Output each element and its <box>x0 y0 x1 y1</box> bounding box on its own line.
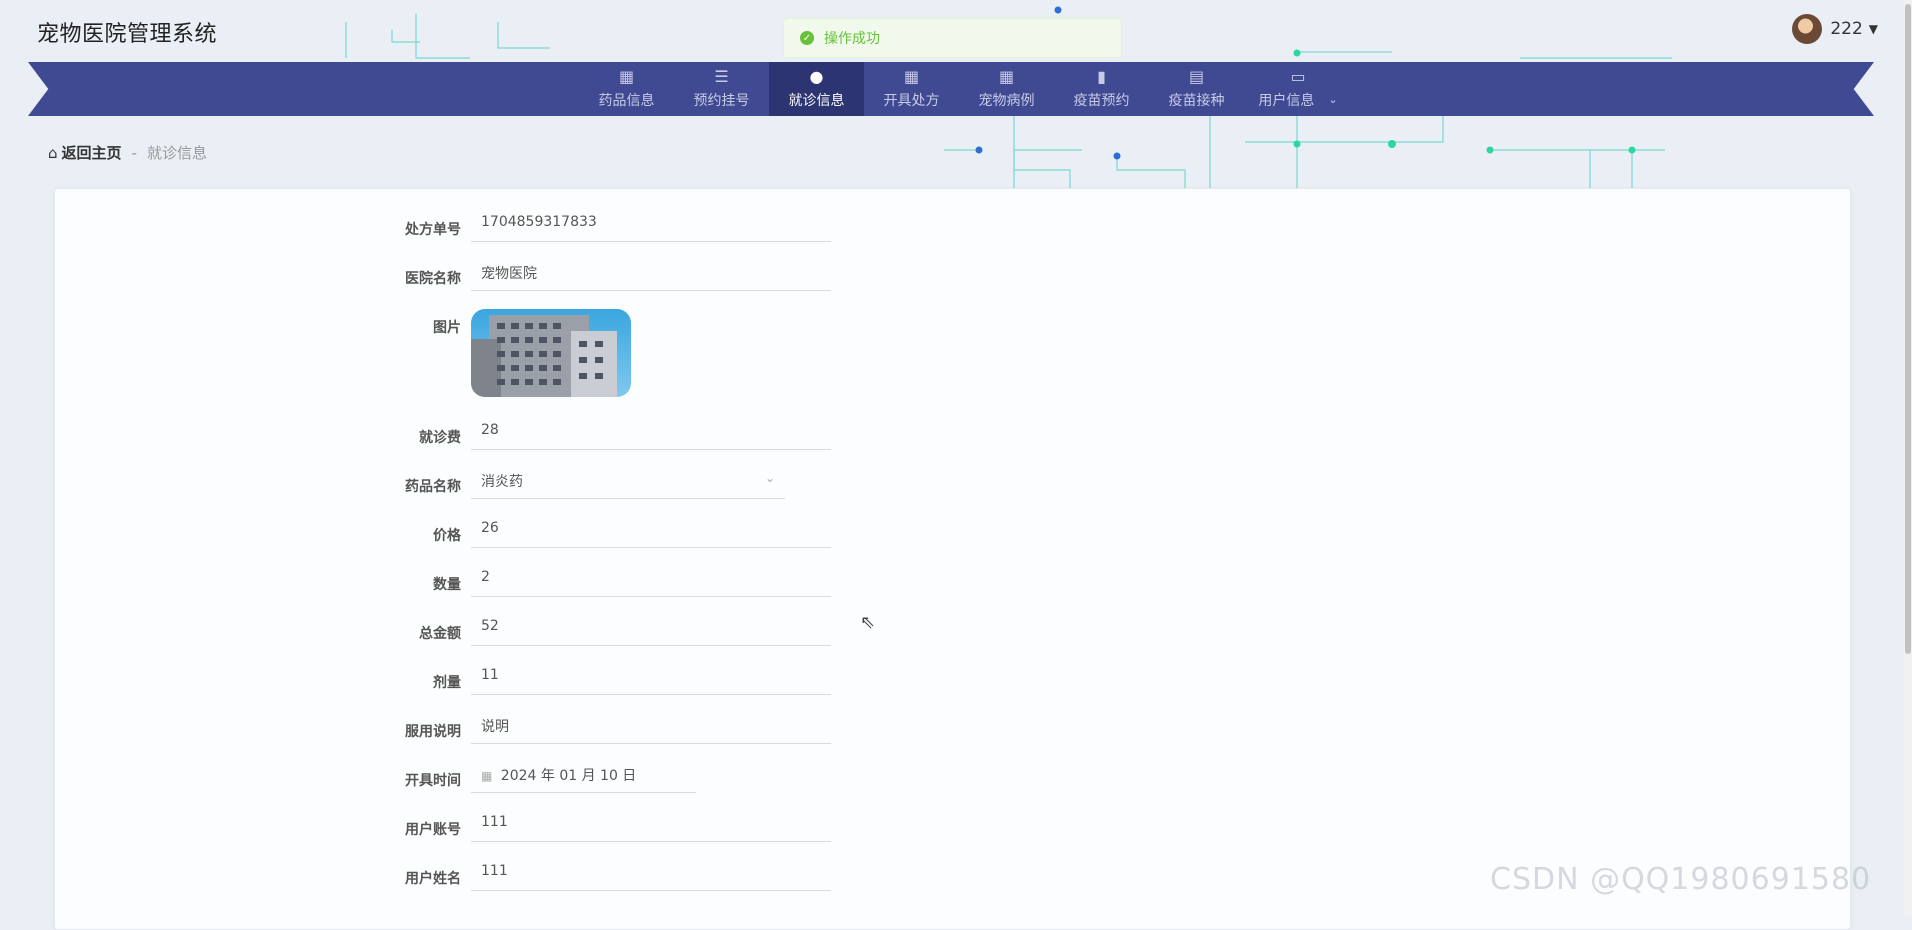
top-bar: 宠物医院管理系统 ✓ 操作成功 222 ▼ <box>0 0 1912 62</box>
home-icon[interactable]: ⌂ <box>48 144 58 162</box>
dosage-label: 剂量 <box>433 675 461 691</box>
nav-item-vaccine-booking[interactable]: ▮ 疫苗预约 <box>1054 62 1149 116</box>
hospital-name-field[interactable]: 宠物医院 <box>471 256 831 291</box>
nav-item-label: 疫苗接种 <box>1168 92 1225 109</box>
detail-panel: 处方单号 1704859317833 医院名称 宠物医院 图片 就诊费 28 药… <box>54 188 1851 930</box>
form-row: 价格 26 <box>375 513 831 562</box>
check-circle-icon: ✓ <box>800 31 814 45</box>
nav-item-appointments[interactable]: ☰ 预约挂号 <box>674 62 769 116</box>
hospital-image[interactable] <box>471 309 631 397</box>
price-field[interactable]: 26 <box>471 513 831 548</box>
form-row: 服用说明 说明 <box>375 709 831 758</box>
breadcrumb-home[interactable]: 返回主页 <box>62 142 122 163</box>
nav-item-users[interactable]: ▭ 用户信息 ⌄ <box>1244 62 1352 116</box>
list-icon: ☰ <box>714 66 729 86</box>
main-nav: ▦ 药品信息 ☰ 预约挂号 ● 就诊信息 ▦ 开具处方 ▦ 宠物病例 ▮ 疫苗预… <box>28 62 1874 116</box>
visit-fee-label: 就诊费 <box>419 430 461 446</box>
nav-item-label: 预约挂号 <box>693 92 750 109</box>
nav-item-label: 药品信息 <box>598 92 655 109</box>
nav-item-label: 宠物病例 <box>978 92 1035 109</box>
nav-item-drugs[interactable]: ▦ 药品信息 <box>579 62 674 116</box>
drug-name-select[interactable]: 消炎药 ⌄ <box>471 464 785 499</box>
chevron-down-icon: ⌄ <box>1328 93 1338 106</box>
visit-detail-form: 处方单号 1704859317833 医院名称 宠物医院 图片 就诊费 28 药… <box>375 207 831 905</box>
form-row: 数量 2 <box>375 562 831 611</box>
watermark: CSDN @QQ1980691580 <box>1490 862 1872 897</box>
book-icon: ▮ <box>1097 66 1106 86</box>
quantity-field[interactable]: 2 <box>471 562 831 597</box>
caret-down-icon[interactable]: ▼ <box>1869 22 1878 36</box>
chevron-down-icon: ⌄ <box>764 471 775 485</box>
issue-time-label: 开具时间 <box>405 773 461 789</box>
form-row: 就诊费 28 <box>375 415 831 464</box>
form-row: 图片 <box>375 305 831 415</box>
app-title: 宠物医院管理系统 <box>37 22 218 47</box>
total-label: 总金额 <box>419 626 461 642</box>
nav-item-label: 就诊信息 <box>788 92 845 109</box>
nav-item-pet-records[interactable]: ▦ 宠物病例 <box>959 62 1054 116</box>
nav-item-prescriptions[interactable]: ▦ 开具处方 <box>864 62 959 116</box>
form-row: 开具时间 ▦ 2024 年 01 月 10 日 <box>375 758 831 807</box>
nav-item-label: 疫苗预约 <box>1073 92 1130 109</box>
calendar-icon: ▦ <box>481 769 493 783</box>
quantity-label: 数量 <box>433 577 461 593</box>
image-label: 图片 <box>433 320 461 336</box>
scrollbar[interactable] <box>1904 0 1912 916</box>
drug-name-value: 消炎药 <box>481 474 523 490</box>
card-icon: ▭ <box>1290 66 1306 86</box>
form-row: 剂量 11 <box>375 660 831 709</box>
instructions-label: 服用说明 <box>405 724 461 740</box>
account-label: 用户账号 <box>405 822 461 838</box>
issue-time-value: 2024 年 01 月 10 日 <box>500 768 637 784</box>
form-row: 用户账号 111 <box>375 807 831 856</box>
prescription-no-label: 处方单号 <box>405 222 461 238</box>
dosage-field[interactable]: 11 <box>471 660 831 695</box>
form-row: 医院名称 宠物医院 <box>375 256 831 305</box>
visit-fee-field[interactable]: 28 <box>471 415 831 450</box>
grid-icon: ▦ <box>618 66 635 86</box>
grid-icon: ▦ <box>998 66 1015 86</box>
account-field[interactable]: 111 <box>471 807 831 842</box>
lightbulb-icon: ● <box>809 66 824 86</box>
scrollbar-thumb[interactable] <box>1905 4 1911 654</box>
form-row: 处方单号 1704859317833 <box>375 207 831 256</box>
price-label: 价格 <box>433 528 461 544</box>
form-row: 总金额 52 <box>375 611 831 660</box>
toast-message: 操作成功 <box>824 31 880 47</box>
user-menu[interactable]: 222 ▼ <box>1792 14 1878 44</box>
username-label: 用户姓名 <box>405 871 461 887</box>
hospital-name-label: 医院名称 <box>405 271 461 287</box>
breadcrumb: ⌂ 返回主页 - 就诊信息 <box>48 142 207 163</box>
total-field[interactable]: 52 <box>471 611 831 646</box>
drug-name-label: 药品名称 <box>405 479 461 495</box>
nav-item-label: 用户信息 <box>1258 92 1315 109</box>
nav-item-label: 开具处方 <box>883 92 940 109</box>
user-name[interactable]: 222 <box>1830 19 1862 39</box>
nav-item-visits[interactable]: ● 就诊信息 <box>769 62 864 116</box>
form-row: 药品名称 消炎药 ⌄ <box>375 464 831 513</box>
issue-time-date-picker[interactable]: ▦ 2024 年 01 月 10 日 <box>471 758 696 793</box>
mouse-cursor-icon: ⇖ <box>860 612 876 633</box>
prescription-no-field[interactable]: 1704859317833 <box>471 207 831 242</box>
success-toast: ✓ 操作成功 <box>783 18 1122 58</box>
username-field[interactable]: 111 <box>471 856 831 891</box>
breadcrumb-current: 就诊信息 <box>146 144 207 162</box>
nav-item-vaccination[interactable]: ▤ 疫苗接种 <box>1149 62 1244 116</box>
breadcrumb-separator: - <box>131 143 137 162</box>
avatar[interactable] <box>1792 14 1823 44</box>
form-row: 用户姓名 111 <box>375 856 831 905</box>
instructions-field[interactable]: 说明 <box>471 709 831 744</box>
clipboard-icon: ▤ <box>1188 66 1205 86</box>
grid-icon: ▦ <box>903 66 920 86</box>
